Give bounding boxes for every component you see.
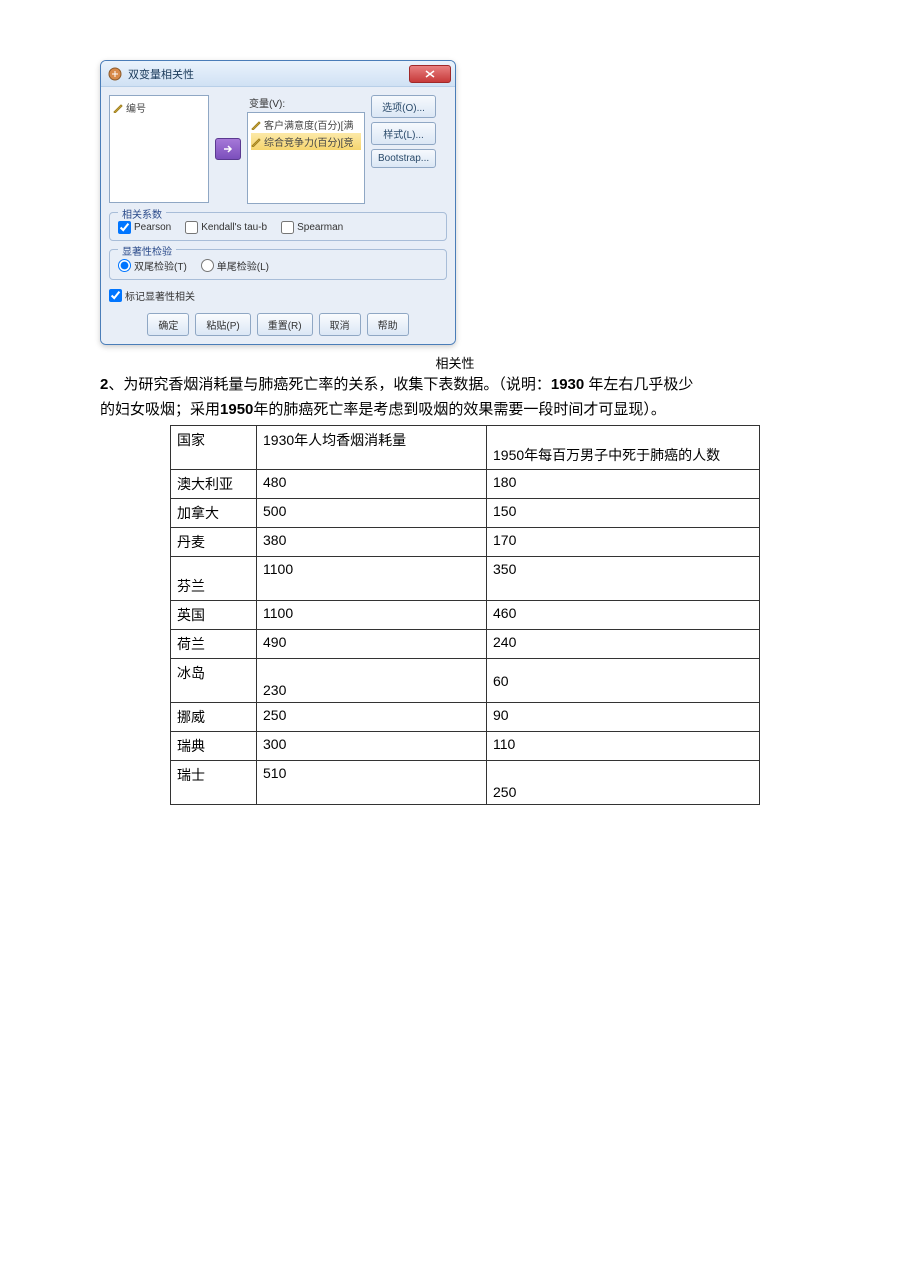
pearson-checkbox[interactable]: Pearson <box>118 221 171 234</box>
table-row: 荷兰 490 240 <box>171 630 760 659</box>
table-row: 加拿大 500 150 <box>171 499 760 528</box>
kendall-checkbox[interactable]: Kendall's tau-b <box>185 221 267 234</box>
spearman-checkbox[interactable]: Spearman <box>281 221 343 234</box>
cancel-button[interactable]: 取消 <box>319 313 361 336</box>
dialog-body: 编号 变量(V): 客户满意度(百分)[满 综合竞争力(百分)[竞 <box>101 87 455 344</box>
side-buttons: 选项(O)... 样式(L)... Bootstrap... <box>371 95 436 168</box>
table-row: 芬兰 1100 350 <box>171 557 760 601</box>
group-title: 显著性检验 <box>118 243 176 258</box>
list-item-label: 编号 <box>126 100 146 115</box>
list-item[interactable]: 客户满意度(百分)[满 <box>251 116 361 133</box>
checkbox-input[interactable] <box>281 221 294 234</box>
header-deaths: 1950年每百万男子中死于肺癌的人数 <box>487 426 760 470</box>
list-item[interactable]: 综合竞争力(百分)[竞 <box>251 133 361 150</box>
variables-label: 变量(V): <box>247 95 365 110</box>
paste-button[interactable]: 粘贴(P) <box>195 313 250 336</box>
bivariate-correlation-dialog: 双变量相关性 编号 变量(V): <box>100 60 456 345</box>
group-title: 相关系数 <box>118 206 166 221</box>
scale-icon <box>251 137 261 147</box>
question-text: 2、为研究香烟消耗量与肺癌死亡率的关系，收集下表数据。（说明：1930 年左右几… <box>100 374 810 397</box>
reset-button[interactable]: 重置(R) <box>257 313 313 336</box>
close-button[interactable] <box>409 65 451 83</box>
table-row: 冰岛 230 60 <box>171 659 760 703</box>
bootstrap-button[interactable]: Bootstrap... <box>371 149 436 168</box>
one-tailed-radio[interactable]: 单尾检验(L) <box>201 258 269 273</box>
scale-icon <box>251 120 261 130</box>
list-item-label: 客户满意度(百分)[满 <box>264 117 353 132</box>
checkbox-input[interactable] <box>109 289 122 302</box>
table-row: 澳大利亚 480 180 <box>171 470 760 499</box>
options-button[interactable]: 选项(O)... <box>371 95 436 118</box>
move-right-button[interactable] <box>215 138 241 160</box>
significance-test-group: 显著性检验 双尾检验(T) 单尾检验(L) <box>109 249 447 280</box>
table-row: 瑞士 510 250 <box>171 761 760 805</box>
list-item[interactable]: 编号 <box>113 99 205 116</box>
target-variables-list[interactable]: 客户满意度(百分)[满 综合竞争力(百分)[竞 <box>247 112 365 204</box>
help-button[interactable]: 帮助 <box>367 313 409 336</box>
table-header-row: 国家 1930年人均香烟消耗量 1950年每百万男子中死于肺癌的人数 <box>171 426 760 470</box>
table-row: 英国 1100 460 <box>171 601 760 630</box>
table-row: 挪威 250 90 <box>171 703 760 732</box>
figure-caption: 相关性 <box>100 353 810 372</box>
checkbox-input[interactable] <box>118 221 131 234</box>
dialog-button-row: 确定 粘贴(P) 重置(R) 取消 帮助 <box>109 313 447 336</box>
app-icon <box>107 66 123 82</box>
arrow-right-icon <box>222 144 234 154</box>
close-icon <box>425 70 435 78</box>
question-text-line2: 的妇女吸烟；采用1950年的肺癌死亡率是考虑到吸烟的效果需要一段时间才可显现）。 <box>100 399 810 422</box>
correlation-coefficient-group: 相关系数 Pearson Kendall's tau-b Spearman <box>109 212 447 241</box>
source-variables-list[interactable]: 编号 <box>109 95 209 203</box>
radio-input[interactable] <box>118 259 131 272</box>
header-consumption: 1930年人均香烟消耗量 <box>257 426 487 470</box>
table-row: 丹麦 380 170 <box>171 528 760 557</box>
transfer-column <box>215 95 241 203</box>
list-item-label: 综合竞争力(百分)[竞 <box>264 134 353 149</box>
dialog-titlebar: 双变量相关性 <box>101 61 455 87</box>
dialog-title: 双变量相关性 <box>128 66 409 82</box>
header-country: 国家 <box>171 426 257 470</box>
style-button[interactable]: 样式(L)... <box>371 122 436 145</box>
table-row: 瑞典 300 110 <box>171 732 760 761</box>
checkbox-input[interactable] <box>185 221 198 234</box>
data-table: 国家 1930年人均香烟消耗量 1950年每百万男子中死于肺癌的人数 澳大利亚 … <box>170 425 760 805</box>
radio-input[interactable] <box>201 259 214 272</box>
scale-icon <box>113 103 123 113</box>
two-tailed-radio[interactable]: 双尾检验(T) <box>118 258 187 273</box>
flag-significant-checkbox[interactable]: 标记显著性相关 <box>109 288 447 303</box>
ok-button[interactable]: 确定 <box>147 313 189 336</box>
target-column: 变量(V): 客户满意度(百分)[满 综合竞争力(百分)[竞 <box>247 95 365 204</box>
